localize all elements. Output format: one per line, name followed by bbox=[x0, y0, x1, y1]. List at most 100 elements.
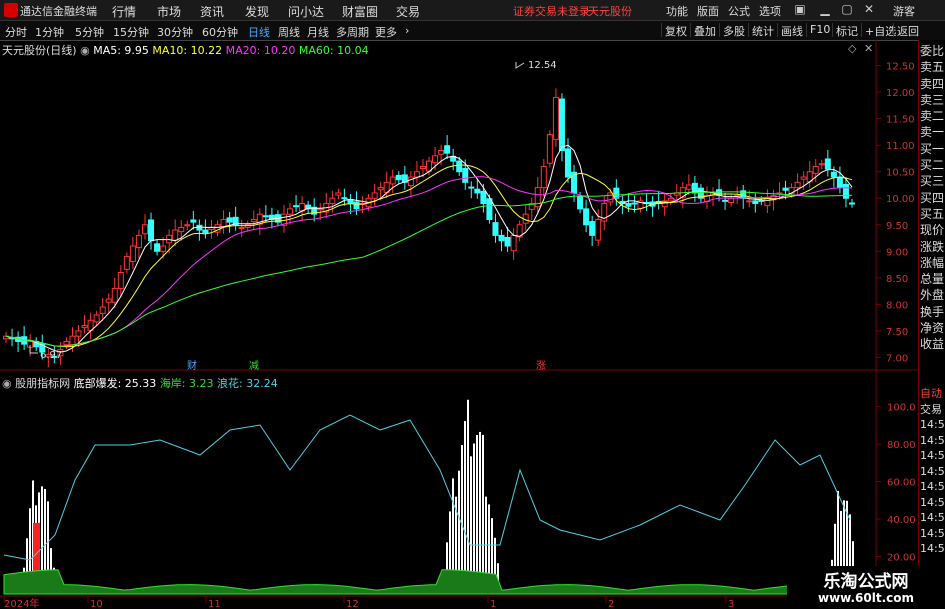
quote-label[interactable]: 买三 bbox=[920, 174, 945, 190]
menu-options[interactable]: 选项 bbox=[759, 3, 781, 19]
price-tick-label: 10.00 bbox=[886, 194, 915, 205]
trade-row[interactable]: 14:56 bbox=[920, 541, 945, 557]
x-axis-labels: 2024年 10 11 12 1 2 3 bbox=[3, 596, 734, 609]
ma60-value: MA60: 10.04 bbox=[298, 44, 369, 57]
period-tab-1min[interactable]: 1分钟 bbox=[35, 24, 64, 40]
candle-body bbox=[836, 176, 843, 189]
quote-label[interactable]: 买二 bbox=[920, 158, 945, 174]
trade-row[interactable]: 自动 bbox=[920, 386, 945, 402]
marker-reduce[interactable]: 减 bbox=[249, 360, 259, 372]
period-tab-15min[interactable]: 15分钟 bbox=[113, 24, 149, 40]
panel-close-icon[interactable]: ✕ bbox=[864, 42, 873, 55]
period-tab-60min[interactable]: 60分钟 bbox=[202, 24, 238, 40]
settings-dot-icon[interactable]: ◉ bbox=[80, 44, 90, 57]
price-tick-label: 8.50 bbox=[886, 274, 908, 285]
menu-trade[interactable]: 交易 bbox=[396, 3, 420, 20]
minimize-icon[interactable]: ▁ bbox=[818, 2, 832, 16]
candle-body bbox=[238, 226, 245, 229]
trade-row[interactable]: 14:55 bbox=[920, 433, 945, 449]
tool-multi-stock[interactable]: 多股 bbox=[719, 23, 748, 38]
indicator-dot-icon[interactable]: ◉ bbox=[2, 377, 12, 390]
trade-row[interactable]: 14:55 bbox=[920, 417, 945, 433]
quote-label[interactable]: 总量 bbox=[920, 272, 945, 288]
candle-body bbox=[377, 187, 384, 191]
guest-user[interactable]: 游客 bbox=[893, 3, 915, 19]
trade-row[interactable]: 14:55 bbox=[920, 448, 945, 464]
quote-label[interactable]: 涨幅 bbox=[920, 256, 945, 272]
tool-overlay[interactable]: 叠加 bbox=[690, 23, 719, 38]
trade-row[interactable]: 14:56 bbox=[920, 526, 945, 542]
menu-layout[interactable]: 版面 bbox=[697, 3, 719, 19]
trade-row[interactable]: 14:55 bbox=[920, 464, 945, 480]
menu-functions[interactable]: 功能 bbox=[666, 3, 688, 19]
quote-label[interactable]: 卖五 bbox=[920, 60, 945, 76]
tool-mark[interactable]: 标记 bbox=[832, 23, 861, 38]
period-tab-timeshare[interactable]: 分时 bbox=[5, 24, 27, 40]
candle-body bbox=[190, 219, 197, 223]
marker-finance[interactable]: 财 bbox=[187, 359, 197, 372]
period-tab-daily[interactable]: 日线 bbox=[248, 24, 270, 40]
login-warning[interactable]: 证券交易未登录 bbox=[513, 3, 590, 19]
trade-row[interactable]: 交易 bbox=[920, 402, 945, 418]
tool-adjust[interactable]: 复权 bbox=[661, 23, 690, 38]
quote-label[interactable]: 收益 bbox=[920, 337, 945, 353]
period-tab-multi[interactable]: 多周期 bbox=[336, 24, 369, 40]
quote-label[interactable]: 现价 bbox=[920, 223, 945, 239]
quote-label[interactable]: 委比 bbox=[920, 44, 945, 60]
trade-row[interactable]: 14:56 bbox=[920, 510, 945, 526]
candle-body bbox=[552, 96, 559, 140]
candles-group bbox=[3, 88, 855, 368]
period-tab-more[interactable]: 更多 bbox=[375, 24, 397, 40]
x-tick-label: 11 bbox=[208, 599, 221, 609]
more-chevron-icon[interactable]: › bbox=[405, 24, 409, 37]
price-tick-label: 7.00 bbox=[886, 353, 908, 364]
tool-back[interactable]: 返回 bbox=[893, 23, 922, 38]
period-tab-30min[interactable]: 30分钟 bbox=[157, 24, 193, 40]
quote-label[interactable]: 涨跌 bbox=[920, 240, 945, 256]
tool-f10[interactable]: F10 bbox=[806, 23, 833, 37]
candle-body bbox=[830, 171, 837, 178]
quote-label[interactable]: 卖二 bbox=[920, 109, 945, 125]
trade-row[interactable]: 14:56 bbox=[920, 479, 945, 495]
candle-body bbox=[63, 340, 70, 346]
price-tick-label: 7.50 bbox=[886, 327, 908, 338]
menu-market[interactable]: 市场 bbox=[157, 3, 181, 20]
menu-discover[interactable]: 发现 bbox=[245, 3, 269, 20]
options-icon[interactable]: ◇ bbox=[848, 42, 856, 55]
quote-label[interactable]: 净资 bbox=[920, 321, 945, 337]
candle-body bbox=[625, 203, 632, 207]
burst-bar bbox=[467, 399, 469, 594]
period-tab-5min[interactable]: 5分钟 bbox=[75, 24, 104, 40]
quote-label[interactable]: 外盘 bbox=[920, 288, 945, 304]
skin-icon[interactable]: ▣ bbox=[793, 2, 807, 16]
wave-line bbox=[3, 414, 851, 561]
quote-label[interactable]: 买四 bbox=[920, 191, 945, 207]
candle-body bbox=[812, 165, 819, 174]
indicator-title[interactable]: 股朋指标网 bbox=[15, 377, 70, 390]
quote-label[interactable]: 卖三 bbox=[920, 93, 945, 109]
period-tab-monthly[interactable]: 月线 bbox=[307, 24, 329, 40]
kline-chart[interactable]: 7.00 7.50 8.00 8.50 9.00 9.50 10.00 10.50 11.00 1… bbox=[0, 40, 918, 609]
candle-body bbox=[480, 190, 487, 205]
restore-icon[interactable]: ▢ bbox=[840, 2, 854, 16]
menu-formula[interactable]: 公式 bbox=[728, 3, 750, 19]
menu-market-quotes[interactable]: 行情 bbox=[112, 3, 136, 20]
menu-assistant[interactable]: 问小达 bbox=[288, 3, 324, 20]
menu-news[interactable]: 资讯 bbox=[200, 3, 224, 20]
marker-rise[interactable]: 涨 bbox=[536, 360, 546, 372]
trade-row[interactable]: 14:56 bbox=[920, 495, 945, 511]
close-icon[interactable]: ✕ bbox=[862, 2, 876, 16]
candle-body bbox=[353, 201, 360, 210]
quote-label[interactable]: 换手 bbox=[920, 305, 945, 321]
quote-label[interactable]: 卖一 bbox=[920, 125, 945, 141]
menu-wealth-circle[interactable]: 财富圈 bbox=[342, 3, 378, 20]
tool-draw[interactable]: 画线 bbox=[777, 23, 806, 38]
candle-body bbox=[413, 171, 420, 178]
period-tab-weekly[interactable]: 周线 bbox=[278, 24, 300, 40]
quote-label[interactable]: 买五 bbox=[920, 207, 945, 223]
candle-body bbox=[782, 187, 789, 191]
quote-label[interactable]: 买一 bbox=[920, 142, 945, 158]
tool-statistics[interactable]: 统计 bbox=[748, 23, 777, 38]
quote-label[interactable]: 卖四 bbox=[920, 77, 945, 93]
candle-body bbox=[583, 208, 590, 226]
